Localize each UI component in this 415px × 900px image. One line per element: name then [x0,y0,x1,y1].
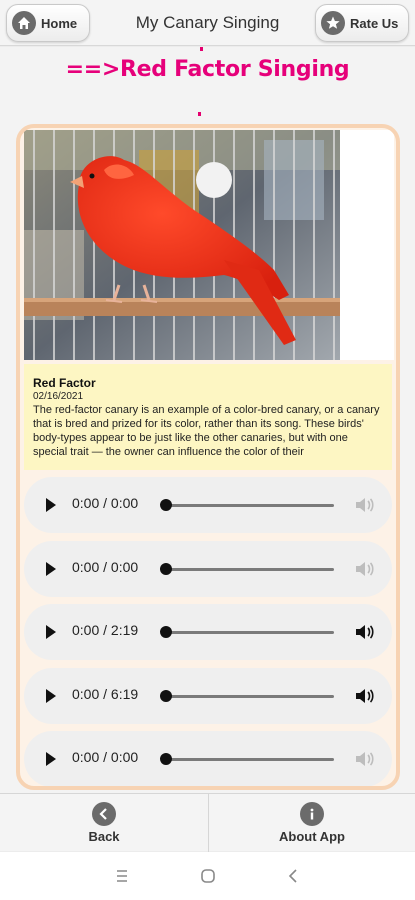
article-date: 02/16/2021 [33,391,84,402]
chevron-left-icon[interactable] [282,866,306,886]
speaker-icon[interactable] [354,560,376,578]
photo-background [340,130,394,360]
content-card: Red Factor 02/16/2021 The red-factor can… [16,124,400,790]
article-body: The red-factor canary is an example of a… [33,404,380,458]
description-panel: Red Factor 02/16/2021 The red-factor can… [24,364,392,470]
progress-track[interactable] [166,504,334,507]
home-button[interactable]: Home [6,4,90,42]
player-time: 0:00 / 0:00 [72,559,139,575]
back-button-label: Back [88,829,120,844]
player-time: 0:00 / 6:19 [72,686,139,702]
player-time: 0:00 / 0:00 [72,495,139,511]
speaker-icon[interactable] [354,623,376,641]
article-title: Red Factor [33,376,96,390]
star-icon [321,11,345,35]
rate-us-label: Rate Us [350,15,399,31]
progress-track[interactable] [166,631,334,634]
home-icon [12,11,36,35]
audio-player: 0:00 / 0:00 [24,477,392,533]
audio-player: 0:00 / 6:19 [24,668,392,724]
arrow-left-icon [92,802,116,826]
progress-knob[interactable] [160,753,172,765]
player-time: 0:00 / 2:19 [72,622,139,638]
speaker-icon[interactable] [354,687,376,705]
home-button-label: Home [41,15,78,31]
play-icon[interactable] [46,562,56,576]
progress-knob[interactable] [160,563,172,575]
canary-photo [24,130,340,360]
about-app-button[interactable]: About App [209,794,415,852]
info-icon [300,802,324,826]
speaker-icon[interactable] [354,496,376,514]
play-icon[interactable] [46,498,56,512]
progress-knob[interactable] [160,499,172,511]
recents-icon[interactable] [110,866,134,886]
progress-knob[interactable] [160,690,172,702]
play-icon[interactable] [46,625,56,639]
decorative-dot [198,112,201,116]
progress-track[interactable] [166,758,334,761]
section-banner: ==>Red Factor Singing [65,57,350,82]
page-title: My Canary Singing [135,13,280,32]
home-circle-icon[interactable] [196,866,220,886]
speaker-icon[interactable] [354,750,376,768]
decorative-dot [200,47,203,51]
play-icon[interactable] [46,752,56,766]
app-header: Home My Canary Singing Rate Us [0,0,415,46]
progress-track[interactable] [166,568,334,571]
back-button[interactable]: Back [0,794,208,852]
play-icon[interactable] [46,689,56,703]
audio-player: 0:00 / 0:00 [24,731,392,786]
player-time: 0:00 / 0:00 [72,749,139,765]
main-content: ==>Red Factor Singing Red Factor 02/16/2… [0,47,415,793]
audio-player: 0:00 / 2:19 [24,604,392,660]
progress-knob[interactable] [160,626,172,638]
audio-player: 0:00 / 0:00 [24,541,392,597]
system-navigation-bar [0,852,415,900]
bottom-toolbar: Back About App [0,793,415,852]
progress-track[interactable] [166,695,334,698]
rate-us-button[interactable]: Rate Us [315,4,409,42]
about-app-label: About App [279,829,345,844]
